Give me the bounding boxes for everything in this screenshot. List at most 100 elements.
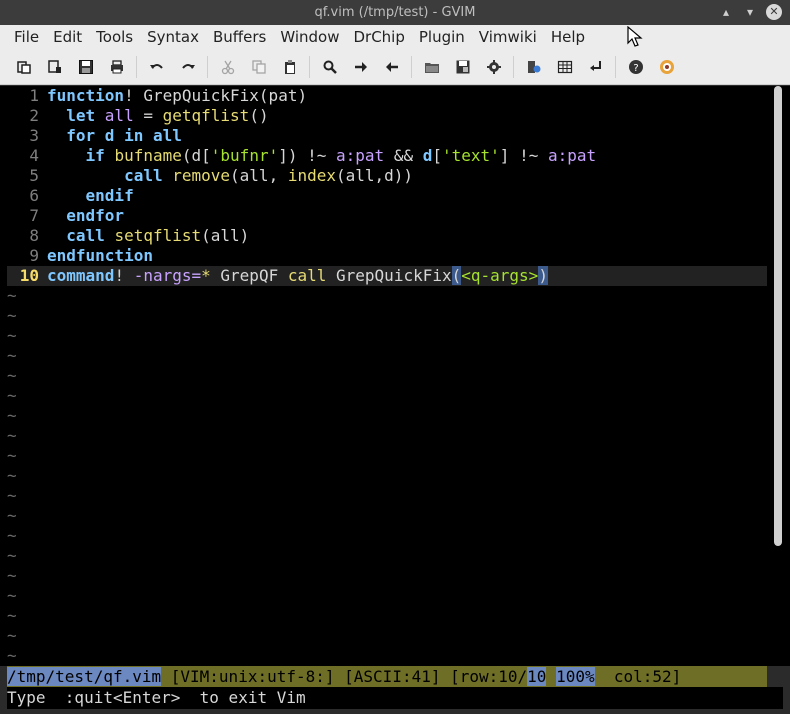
window-title: qf.vim (/tmp/test) - GVIM [314,5,476,20]
code-token: call [124,166,173,185]
empty-line-tilde: ~ [7,286,17,305]
menu-edit[interactable]: Edit [46,25,89,49]
code-token: -nargs= [133,266,202,285]
code-line[interactable]: 1 function! GrepQuickFix(pat) [7,86,767,106]
save-icon[interactable] [74,55,98,79]
empty-line-tilde: ~ [7,346,17,365]
code-token: ! [114,266,134,285]
print-icon[interactable] [105,55,129,79]
code-token: GrepQuickFix [336,266,452,285]
find-help-icon[interactable] [655,55,679,79]
code-token: a:pat [336,146,385,165]
open-icon[interactable] [12,55,36,79]
run-script-icon[interactable] [482,55,506,79]
paste-icon[interactable] [278,55,302,79]
scrollbar-thumb[interactable] [774,86,782,546]
code-token: <q-args> [461,266,539,285]
find-next-icon[interactable] [349,55,373,79]
menu-vimwiki[interactable]: Vimwiki [472,25,544,49]
toolbar-separator [411,55,412,78]
menu-bar: File Edit Tools Syntax Buffers Window Dr… [0,25,790,49]
empty-line-tilde: ~ [7,606,17,625]
close-icon[interactable]: ✕ [766,4,782,20]
code-token: let [66,106,105,125]
help-icon[interactable]: ? [624,55,648,79]
window-controls: ▴ ▾ ✕ [718,4,782,20]
code-line[interactable]: 5 call remove(all, index(all,d)) [7,166,767,186]
menu-file[interactable]: File [0,25,46,49]
code-line[interactable]: 9 endfunction [7,246,767,266]
menu-drchip[interactable]: DrChip [346,25,411,49]
code-token: GrepQuickFix(pat) [143,86,308,105]
empty-line-tilde: ~ [7,386,17,405]
copy-icon[interactable] [247,55,271,79]
code-token: 'bufnr' [210,146,279,165]
toolbar-separator [207,55,208,78]
status-column: col:52] [594,667,682,686]
vertical-scrollbar[interactable] [773,86,783,666]
empty-line-tilde: ~ [7,526,17,545]
load-session-icon[interactable] [420,55,444,79]
empty-line-tilde: ~ [7,306,17,325]
code-line[interactable]: 2 let all = getqflist() [7,106,767,126]
code-line[interactable]: 7 endfor [7,206,767,226]
tags-icon[interactable] [553,55,577,79]
matching-paren: ( [451,266,462,285]
save-session-disk-icon[interactable] [451,55,475,79]
code-token: command [47,266,115,285]
menu-syntax[interactable]: Syntax [140,25,206,49]
jump-tag-icon[interactable] [584,55,608,79]
redo-icon[interactable] [176,55,200,79]
menu-help[interactable]: Help [544,25,592,49]
empty-line-tilde: ~ [7,486,17,505]
find-prev-icon[interactable] [380,55,404,79]
code-line[interactable]: 4 if bufname(d['bufnr']) !~ a:pat && d['… [7,146,767,166]
code-token: endfunction [47,246,153,265]
toolbar-separator [615,55,616,78]
code-token: [ [432,146,442,165]
code-token: (all,d)) [336,166,414,185]
code-token: * [201,266,221,285]
undo-icon[interactable] [145,55,169,79]
menu-buffers[interactable]: Buffers [206,25,273,49]
menu-tools[interactable]: Tools [89,25,140,49]
empty-line-tilde: ~ [7,406,17,425]
code-token: a:pat [547,146,597,165]
make-icon[interactable] [522,55,546,79]
editor-pane[interactable]: 1 function! GrepQuickFix(pat) 2 let all = … [0,86,790,666]
code-line[interactable]: 8 call setqflist(all) [7,226,767,246]
cut-icon[interactable] [216,55,240,79]
code-token: (d[ [181,146,211,165]
line-number: 4 [29,146,39,165]
toolbar-separator [513,55,514,78]
menu-window[interactable]: Window [273,25,346,49]
svg-text:?: ? [633,63,638,74]
status-row-total: 10 [527,667,547,686]
find-icon[interactable] [318,55,342,79]
code-token: endfor [66,206,125,225]
empty-line-tilde: ~ [7,446,17,465]
empty-line-tilde: ~ [7,546,17,565]
code-line[interactable]: 10 command! -nargs=* GrepQF call GrepQuic… [7,266,767,286]
line-number: 6 [29,186,39,205]
empty-line-tilde: ~ [7,326,17,345]
status-percent: 100% [556,667,595,686]
code-token: setqflist [114,226,202,245]
code-token: function [47,86,125,105]
code-line[interactable]: 6 endif [7,186,767,206]
command-line[interactable]: Type :quit<Enter> to exit Vim [7,687,783,709]
code-token: all [104,106,134,125]
code-line[interactable]: 3 for d in all [7,126,767,146]
code-token: && [384,146,423,165]
title-bar[interactable]: qf.vim (/tmp/test) - GVIM ▴ ▾ ✕ [0,0,790,25]
code-token: GrepQF [220,266,288,285]
save-session-icon[interactable] [43,55,67,79]
status-fileinfo: [VIM:unix:utf-8:] [ASCII:41] [row:10/ [161,667,528,686]
menu-plugin[interactable]: Plugin [412,25,472,49]
code-token: if [85,146,115,165]
minimize-icon[interactable]: ▴ [718,4,734,20]
maximize-icon[interactable]: ▾ [742,4,758,20]
